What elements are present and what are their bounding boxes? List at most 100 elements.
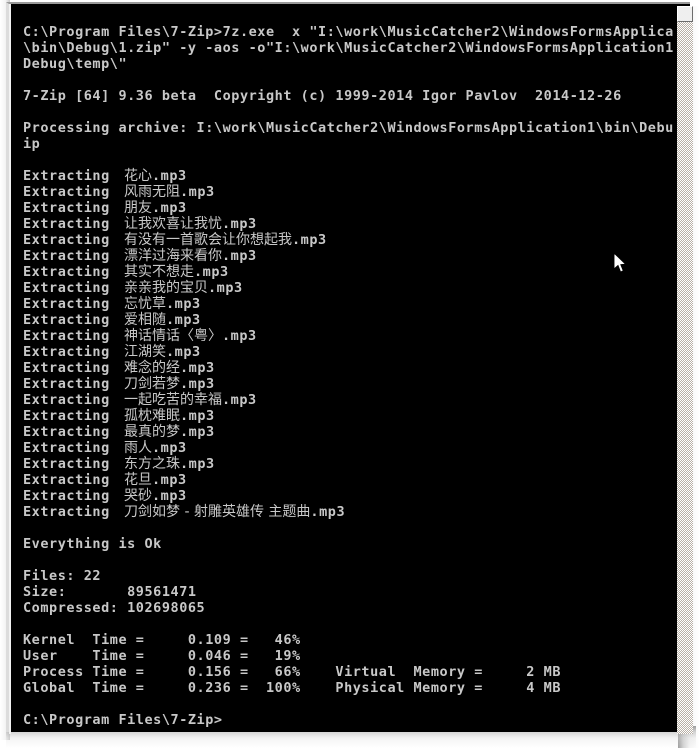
extract-row: Extracting 亲亲我的宝贝.mp3 xyxy=(23,280,243,296)
extract-file-extension: .mp3 xyxy=(152,440,187,456)
extract-file-name: 爱相随.mp3 xyxy=(124,312,201,328)
extract-file-extension: .mp3 xyxy=(152,488,187,504)
scrollbar-thumb[interactable] xyxy=(677,6,693,22)
extract-row: Extracting 有没有一首歌会让你想起我.mp3 xyxy=(23,232,327,248)
extract-file-name: 风雨无阻.mp3 xyxy=(124,184,215,200)
processing-archive-line: Processing archive: I:\work\MusicCatcher… xyxy=(23,120,674,136)
console-text-surface[interactable]: C:\Program Files\7-Zip>7z.exe x "I:\work… xyxy=(14,6,674,732)
extract-row: Extracting 花心.mp3 xyxy=(23,168,187,184)
extract-row: Extracting 刀剑如梦 - 射雕英雄传 主题曲.mp3 xyxy=(23,504,345,520)
extract-file-name: 花旦.mp3 xyxy=(124,472,187,488)
command-line: \bin\Debug\1.zip" -y -aos -o"I:\work\Mus… xyxy=(23,40,674,56)
extract-file-name: 难念的经.mp3 xyxy=(124,360,215,376)
extract-action-label: Extracting xyxy=(23,264,110,280)
extract-action-label: Extracting xyxy=(23,424,110,440)
extract-file-name: 刀剑如梦 - 射雕英雄传 主题曲.mp3 xyxy=(124,504,346,520)
extract-action-label: Extracting xyxy=(23,344,110,360)
extract-row: Extracting 风雨无阻.mp3 xyxy=(23,184,215,200)
extract-file-extension: .mp3 xyxy=(166,344,201,360)
summary-size: Size: 89561471 xyxy=(23,584,197,600)
extract-action-label: Extracting xyxy=(23,408,110,424)
extract-file-extension: .mp3 xyxy=(310,504,346,520)
extract-file-name: 一起吃苦的幸福.mp3 xyxy=(124,392,257,408)
extract-file-extension: .mp3 xyxy=(152,472,187,488)
extract-action-label: Extracting xyxy=(23,312,110,328)
extract-row: Extracting 花旦.mp3 xyxy=(23,472,187,488)
extract-action-label: Extracting xyxy=(23,328,110,344)
extract-action-label: Extracting xyxy=(23,488,110,504)
summary-files: Files: 22 xyxy=(23,568,102,584)
extract-file-extension: .mp3 xyxy=(222,216,257,232)
extract-file-extension: .mp3 xyxy=(222,328,257,344)
extract-file-name: 有没有一首歌会让你想起我.mp3 xyxy=(124,232,327,248)
extract-file-name: 东方之珠.mp3 xyxy=(124,456,215,472)
extract-action-label: Extracting xyxy=(23,248,110,264)
extract-file-name: 江湖笑.mp3 xyxy=(124,344,201,360)
extract-action-label: Extracting xyxy=(23,472,110,488)
extract-action-label: Extracting xyxy=(23,216,110,232)
extract-file-name: 花心.mp3 xyxy=(124,168,187,184)
extract-file-extension: .mp3 xyxy=(194,264,229,280)
extract-action-label: Extracting xyxy=(23,296,110,312)
extract-file-name: 其实不想走.mp3 xyxy=(124,264,229,280)
extract-file-name: 最真的梦.mp3 xyxy=(124,424,215,440)
extract-file-extension: .mp3 xyxy=(180,184,215,200)
extract-file-name: 朋友.mp3 xyxy=(124,200,187,216)
extract-file-name: 刀剑若梦.mp3 xyxy=(124,376,215,392)
extract-file-extension: .mp3 xyxy=(152,200,187,216)
extract-row: Extracting 爱相随.mp3 xyxy=(23,312,201,328)
command-line: Debug\temp\" xyxy=(23,56,128,72)
extract-file-name: 神话情话〈粤〉.mp3 xyxy=(124,328,257,344)
extract-action-label: Extracting xyxy=(23,184,110,200)
extract-row: Extracting 最真的梦.mp3 xyxy=(23,424,215,440)
console-window[interactable]: C:\Program Files\7-Zip>7z.exe x "I:\work… xyxy=(6,2,693,734)
extract-file-name: 哭砂.mp3 xyxy=(124,488,187,504)
window-frame-edge xyxy=(9,4,11,734)
extract-file-extension: .mp3 xyxy=(292,232,327,248)
extract-row: Extracting 其实不想走.mp3 xyxy=(23,264,229,280)
extract-action-label: Extracting xyxy=(23,168,110,184)
extract-file-extension: .mp3 xyxy=(222,248,257,264)
extract-action-label: Extracting xyxy=(23,504,110,520)
extract-row: Extracting 刀剑若梦.mp3 xyxy=(23,376,215,392)
extract-file-extension: .mp3 xyxy=(166,296,201,312)
timing-user: User Time = 0.046 = 19% xyxy=(23,648,301,664)
extract-row: Extracting 雨人.mp3 xyxy=(23,440,187,456)
extract-file-extension: .mp3 xyxy=(180,456,215,472)
vertical-scrollbar[interactable] xyxy=(677,6,693,734)
extract-action-label: Extracting xyxy=(23,232,110,248)
extract-file-name: 亲亲我的宝贝.mp3 xyxy=(124,280,243,296)
extract-file-extension: .mp3 xyxy=(152,168,187,184)
timing-kernel: Kernel Time = 0.109 = 46% xyxy=(23,632,301,648)
extract-file-name: 雨人.mp3 xyxy=(124,440,187,456)
extract-action-label: Extracting xyxy=(23,280,110,296)
processing-archive-line: ip xyxy=(23,136,41,152)
extract-file-extension: .mp3 xyxy=(180,424,215,440)
extract-row: Extracting 江湖笑.mp3 xyxy=(23,344,201,360)
extract-file-extension: .mp3 xyxy=(166,312,201,328)
desktop-backdrop: C:\Program Files\7-Zip>7z.exe x "I:\work… xyxy=(0,0,699,748)
extract-row: Extracting 朋友.mp3 xyxy=(23,200,187,216)
extract-file-name: 忘忧草.mp3 xyxy=(124,296,201,312)
extract-action-label: Extracting xyxy=(23,360,110,376)
extract-action-label: Extracting xyxy=(23,456,110,472)
extract-row: Extracting 漂洋过海来看你.mp3 xyxy=(23,248,257,264)
extract-row: Extracting 一起吃苦的幸福.mp3 xyxy=(23,392,257,408)
extract-row: Extracting 难念的经.mp3 xyxy=(23,360,215,376)
version-banner: 7-Zip [64] 9.36 beta Copyright (c) 1999-… xyxy=(23,88,622,104)
extract-action-label: Extracting xyxy=(23,200,110,216)
extract-file-extension: .mp3 xyxy=(208,280,243,296)
extract-file-extension: .mp3 xyxy=(180,360,215,376)
timing-global: Global Time = 0.236 = 100% Physical Memo… xyxy=(23,680,562,696)
timing-process: Process Time = 0.156 = 66% Virtual Memor… xyxy=(23,664,562,680)
extract-file-name: 孤枕难眠.mp3 xyxy=(124,408,215,424)
status-line: Everything is Ok xyxy=(23,536,162,552)
extract-action-label: Extracting xyxy=(23,376,110,392)
extract-file-extension: .mp3 xyxy=(222,392,257,408)
shell-prompt: C:\Program Files\7-Zip> xyxy=(23,712,223,728)
extract-row: Extracting 哭砂.mp3 xyxy=(23,488,187,504)
extract-row: Extracting 孤枕难眠.mp3 xyxy=(23,408,215,424)
extract-row: Extracting 让我欢喜让我忧.mp3 xyxy=(23,216,257,232)
extract-row: Extracting 东方之珠.mp3 xyxy=(23,456,215,472)
extract-action-label: Extracting xyxy=(23,392,110,408)
